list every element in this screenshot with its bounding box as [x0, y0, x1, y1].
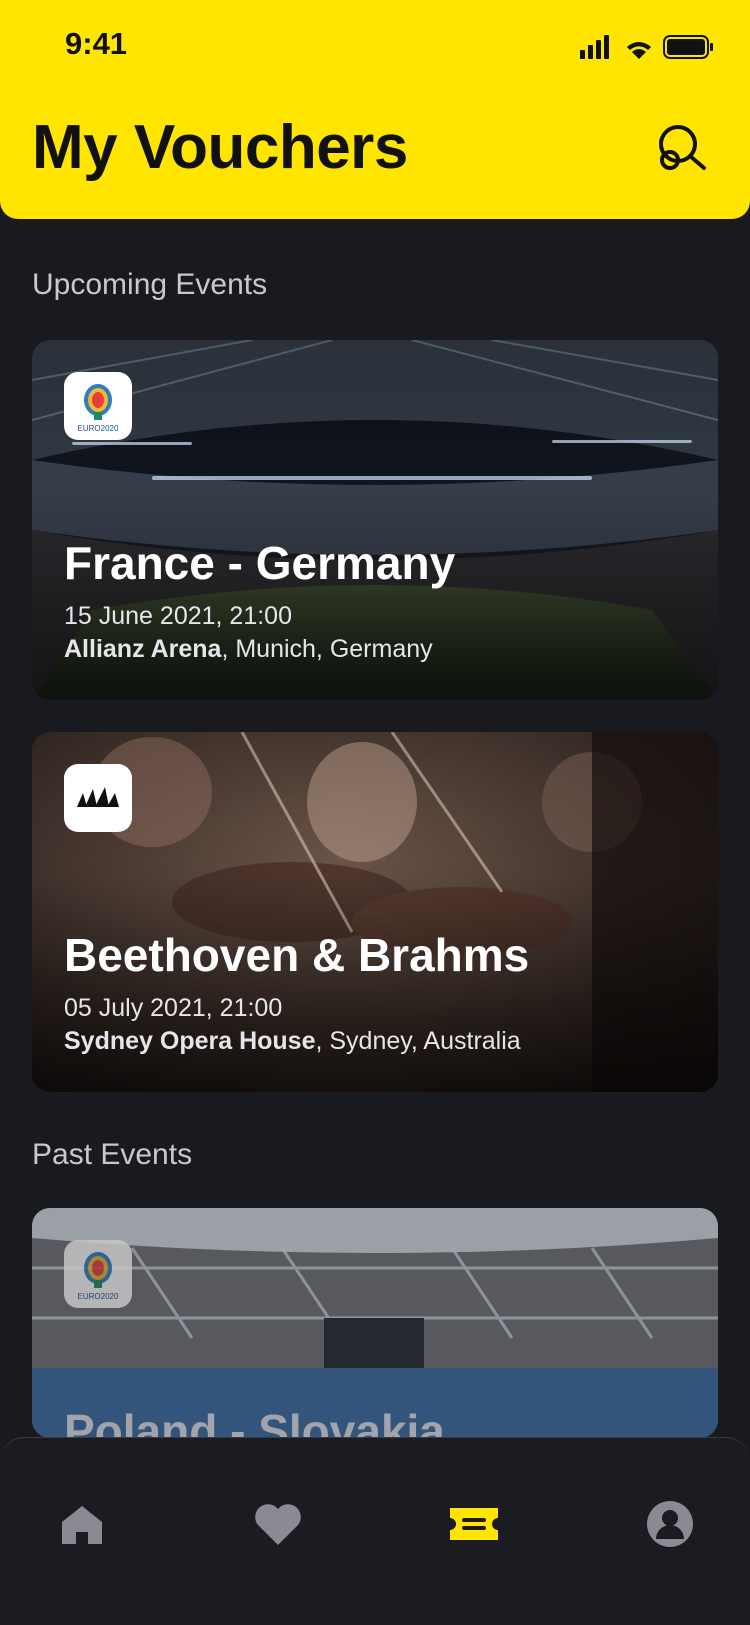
event-date: 05 July 2021, 21:00: [64, 994, 283, 1022]
tab-bar: [0, 1437, 750, 1625]
sydney-opera-house-logo: [64, 764, 132, 832]
event-title: Poland - Slovakia: [64, 1405, 445, 1438]
past-section-title: Past Events: [32, 1138, 193, 1171]
svg-text:EURO2020: EURO2020: [78, 1292, 119, 1301]
home-icon: [62, 1506, 102, 1544]
event-venue: Allianz Arena, Munich, Germany: [64, 635, 433, 664]
ticket-search-icon: [659, 125, 706, 170]
tab-vouchers[interactable]: [444, 1494, 504, 1554]
profile-icon: [647, 1501, 693, 1547]
event-card-poland-slovakia[interactable]: EURO2020 Poland - Slovakia: [32, 1208, 718, 1438]
venue-location: , Munich, Germany: [221, 635, 433, 663]
event-card-france-germany[interactable]: EURO2020 France - Germany 15 June 2021, …: [32, 340, 718, 700]
tab-profile[interactable]: [640, 1494, 700, 1554]
euro2020-logo: EURO2020: [64, 1240, 132, 1308]
svg-text:EURO2020: EURO2020: [78, 424, 119, 433]
venue-location: , Sydney, Australia: [315, 1027, 521, 1055]
page-title: My Vouchers: [32, 113, 408, 182]
venue-name: Sydney Opera House: [64, 1027, 316, 1055]
tab-favorites[interactable]: [248, 1494, 308, 1554]
ticket-icon: [450, 1508, 498, 1540]
search-button[interactable]: [656, 122, 712, 178]
heart-icon: [255, 1504, 301, 1545]
wifi-icon: [627, 42, 651, 59]
event-card-beethoven-brahms[interactable]: Beethoven & Brahms 05 July 2021, 21:00 S…: [32, 732, 718, 1092]
tab-home[interactable]: [52, 1494, 112, 1554]
signal-icon: [580, 35, 609, 59]
event-title: France - Germany: [64, 537, 456, 589]
status-time: 9:41: [65, 26, 128, 61]
status-icons: [580, 32, 720, 62]
event-title: Beethoven & Brahms: [64, 929, 530, 981]
event-venue: Sydney Opera House, Sydney, Australia: [64, 1027, 521, 1056]
battery-icon: [663, 35, 713, 59]
upcoming-section-title: Upcoming Events: [32, 268, 268, 301]
venue-name: Allianz Arena: [64, 635, 222, 663]
euro2020-logo: EURO2020: [64, 372, 132, 440]
event-date: 15 June 2021, 21:00: [64, 602, 292, 630]
app-header: 9:41 My Vouchers: [0, 0, 750, 219]
